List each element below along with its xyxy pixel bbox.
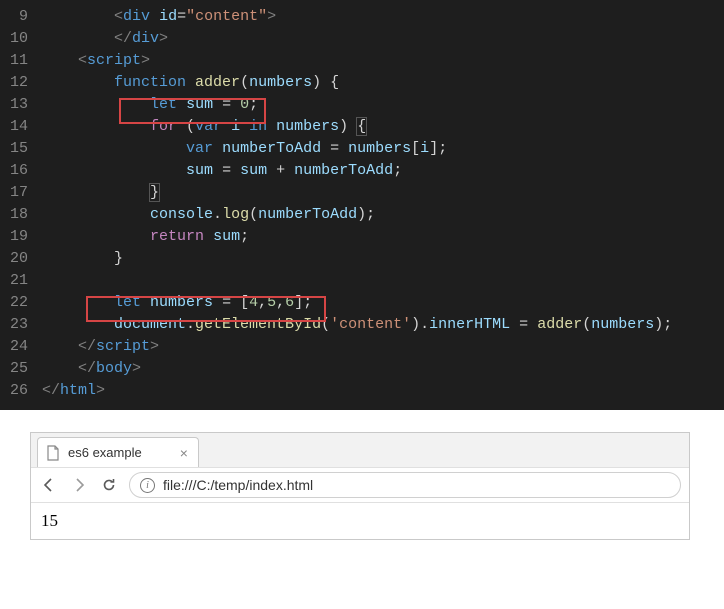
code-line[interactable]: 19 return sum;	[0, 226, 724, 248]
code-content[interactable]: </body>	[42, 358, 724, 380]
code-line[interactable]: 12 function adder(numbers) {	[0, 72, 724, 94]
code-line[interactable]: 17 }	[0, 182, 724, 204]
tab-title: es6 example	[68, 445, 142, 460]
code-content[interactable]: </div>	[42, 28, 724, 50]
code-line[interactable]: 25 </body>	[0, 358, 724, 380]
code-content[interactable]: let numbers = [4,5,6];	[42, 292, 724, 314]
page-output: 15	[41, 511, 58, 530]
line-number: 16	[0, 160, 42, 182]
line-number: 18	[0, 204, 42, 226]
code-line[interactable]: 11 <script>	[0, 50, 724, 72]
line-number: 23	[0, 314, 42, 336]
line-number: 25	[0, 358, 42, 380]
code-line[interactable]: 9 <div id="content">	[0, 6, 724, 28]
line-number: 17	[0, 182, 42, 204]
browser-window: es6 example × i file:///C:/temp/index.ht…	[30, 432, 690, 540]
line-number: 12	[0, 72, 42, 94]
code-line[interactable]: 14 for (var i in numbers) {	[0, 116, 724, 138]
page-viewport: 15	[31, 503, 689, 539]
line-number: 10	[0, 28, 42, 50]
code-content[interactable]: </html>	[42, 380, 724, 402]
line-number: 15	[0, 138, 42, 160]
line-number: 9	[0, 6, 42, 28]
code-content[interactable]: }	[42, 182, 724, 204]
code-content[interactable]: console.log(numberToAdd);	[42, 204, 724, 226]
line-number: 11	[0, 50, 42, 72]
code-content[interactable]: let sum = 0;	[42, 94, 724, 116]
code-line[interactable]: 16 sum = sum + numberToAdd;	[0, 160, 724, 182]
close-icon[interactable]: ×	[180, 445, 188, 461]
code-content[interactable]	[42, 270, 724, 292]
code-line[interactable]: 13 let sum = 0;	[0, 94, 724, 116]
code-content[interactable]: </script>	[42, 336, 724, 358]
code-line[interactable]: 10 </div>	[0, 28, 724, 50]
address-bar[interactable]: i file:///C:/temp/index.html	[129, 472, 681, 498]
code-line[interactable]: 22 let numbers = [4,5,6];	[0, 292, 724, 314]
code-content[interactable]: return sum;	[42, 226, 724, 248]
code-line[interactable]: 21	[0, 270, 724, 292]
reload-button[interactable]	[99, 475, 119, 495]
code-content[interactable]: sum = sum + numberToAdd;	[42, 160, 724, 182]
url-text: file:///C:/temp/index.html	[163, 477, 313, 493]
line-number: 24	[0, 336, 42, 358]
code-line[interactable]: 20 }	[0, 248, 724, 270]
code-line[interactable]: 26</html>	[0, 380, 724, 402]
code-content[interactable]: var numberToAdd = numbers[i];	[42, 138, 724, 160]
code-content[interactable]: <script>	[42, 50, 724, 72]
code-content[interactable]: function adder(numbers) {	[42, 72, 724, 94]
code-content[interactable]: }	[42, 248, 724, 270]
code-line[interactable]: 23 document.getElementById('content').in…	[0, 314, 724, 336]
code-editor[interactable]: 9 <div id="content">10 </div>11 <script>…	[0, 0, 724, 410]
browser-tab[interactable]: es6 example ×	[37, 437, 199, 467]
line-number: 19	[0, 226, 42, 248]
code-line[interactable]: 15 var numberToAdd = numbers[i];	[0, 138, 724, 160]
line-number: 26	[0, 380, 42, 402]
line-number: 21	[0, 270, 42, 292]
line-number: 13	[0, 94, 42, 116]
browser-tabstrip: es6 example ×	[31, 433, 689, 467]
code-content[interactable]: for (var i in numbers) {	[42, 116, 724, 138]
code-content[interactable]: document.getElementById('content').inner…	[42, 314, 724, 336]
code-line[interactable]: 24 </script>	[0, 336, 724, 358]
site-info-icon[interactable]: i	[140, 478, 155, 493]
page-icon	[46, 445, 60, 461]
back-button[interactable]	[39, 475, 59, 495]
forward-button[interactable]	[69, 475, 89, 495]
browser-toolbar: i file:///C:/temp/index.html	[31, 467, 689, 503]
line-number: 14	[0, 116, 42, 138]
code-line[interactable]: 18 console.log(numberToAdd);	[0, 204, 724, 226]
line-number: 20	[0, 248, 42, 270]
line-number: 22	[0, 292, 42, 314]
code-content[interactable]: <div id="content">	[42, 6, 724, 28]
